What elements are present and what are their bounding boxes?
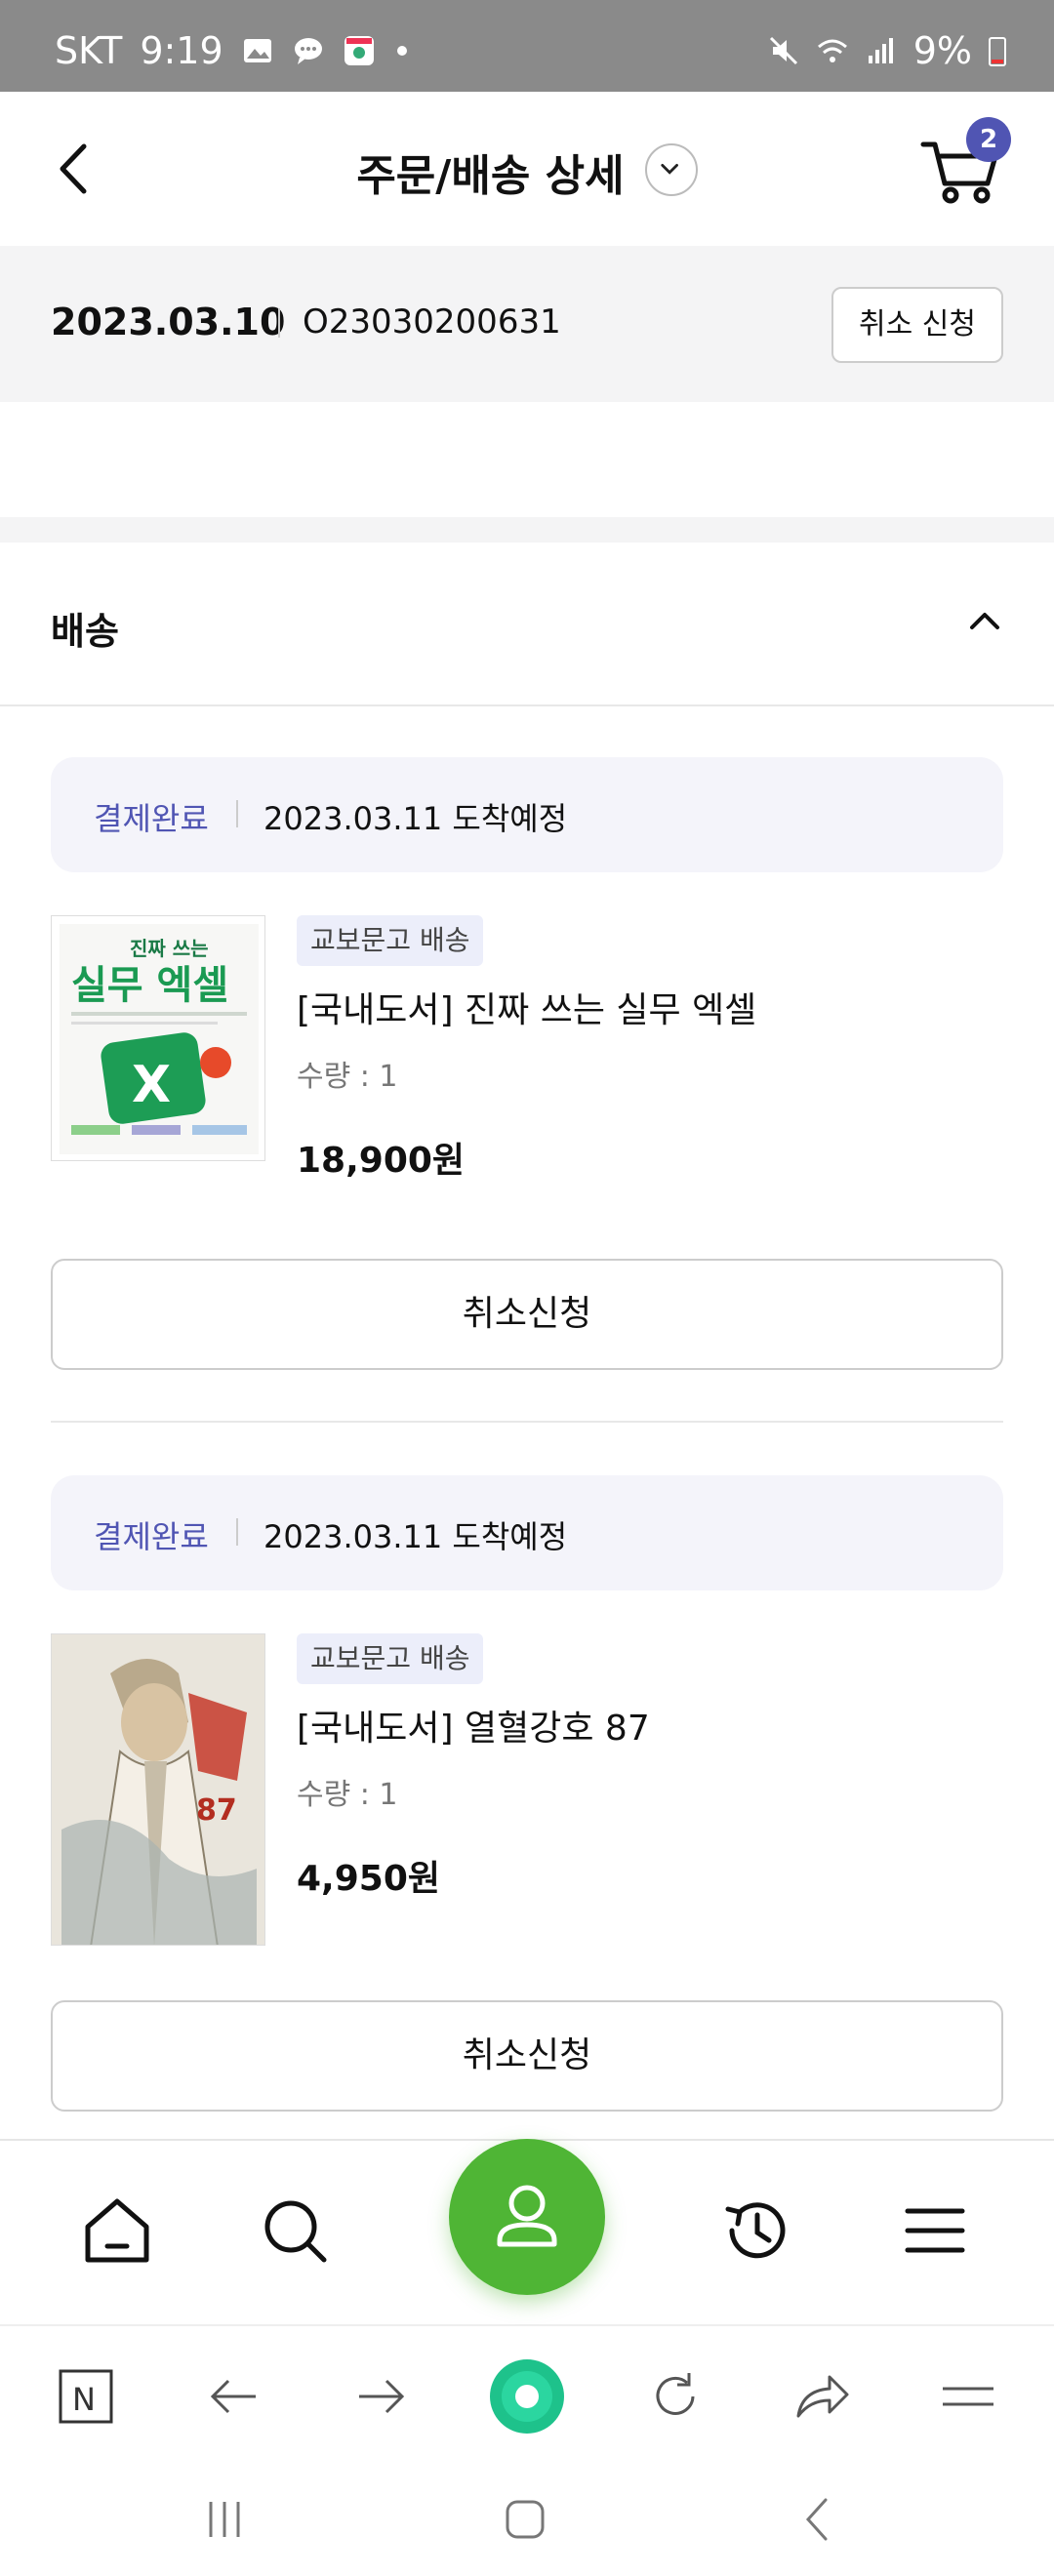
payment-status: 결제완료	[94, 800, 209, 837]
item-quantity: 수량 : 1	[297, 1778, 398, 1812]
menu-icon[interactable]	[896, 2192, 974, 2270]
naver-home-icon[interactable]: N	[55, 2365, 117, 2428]
svg-text:X: X	[132, 1056, 171, 1114]
mute-icon	[769, 36, 797, 65]
cover-volume-text: 87	[196, 1793, 237, 1828]
notification-dot	[396, 46, 407, 56]
arrival-date: 2023.03.11 도착예정	[264, 800, 568, 837]
svg-text:N: N	[72, 2381, 96, 2418]
browser-menu-icon[interactable]	[937, 2365, 999, 2428]
item-cancel-button[interactable]: 취소신청	[51, 1259, 1003, 1370]
battery-icon	[989, 37, 1006, 66]
bottom-navigation	[0, 2139, 1054, 2324]
wifi-icon	[817, 39, 847, 62]
green-dot-icon[interactable]	[488, 2357, 566, 2435]
system-navigation	[0, 2461, 1054, 2576]
cart-count-badge: 2	[966, 117, 1011, 162]
browser-toolbar: N	[0, 2324, 1054, 2461]
chevron-down-icon	[661, 163, 678, 175]
book-cover-image[interactable]: 진짜 쓰는 실무 엑셀 X	[51, 915, 265, 1161]
time-label: 9:19	[140, 29, 223, 72]
item-cancel-button[interactable]: 취소신청	[51, 2000, 1003, 2112]
cover-main-text: 실무 엑셀	[71, 963, 228, 1008]
divider	[236, 1518, 238, 1546]
map-app-icon	[344, 36, 374, 65]
home-icon[interactable]	[78, 2192, 156, 2270]
order-summary-bar: 2023.03.10 O23030200631 취소 신청	[0, 246, 1054, 402]
item-title[interactable]: [국내도서] 진짜 쓰는 실무 엑셀	[297, 982, 756, 1032]
payment-status: 결제완료	[94, 1518, 209, 1555]
comic-book-cover: 87	[52, 1634, 264, 1945]
seller-tag: 교보문고 배송	[297, 915, 484, 966]
status-bar: SKT 9:19 9%	[0, 0, 1054, 92]
user-icon	[497, 2185, 557, 2247]
excel-book-cover: 진짜 쓰는 실무 엑셀 X	[52, 916, 264, 1160]
search-icon[interactable]	[256, 2192, 334, 2270]
order-date: 2023.03.10	[51, 301, 286, 343]
chevron-up-icon[interactable]	[960, 597, 1009, 646]
order-number: O23030200631	[303, 302, 561, 342]
spacer	[0, 402, 1054, 517]
refresh-icon[interactable]	[644, 2365, 707, 2428]
item-price: 4,950원	[297, 1859, 440, 1899]
item-title[interactable]: [국내도서] 열혈강호 87	[297, 1700, 650, 1751]
arrival-date: 2023.03.11 도착예정	[264, 1518, 568, 1555]
battery-label: 9%	[912, 29, 972, 72]
delivery-status-box: 결제완료 2023.03.11 도착예정	[51, 757, 1003, 872]
signal-icon	[868, 38, 893, 63]
item-divider	[51, 1421, 1003, 1423]
my-page-button[interactable]	[449, 2139, 605, 2295]
gallery-icon	[243, 39, 271, 62]
book-cover-image[interactable]: 87	[51, 1633, 265, 1946]
order-cancel-button[interactable]: 취소 신청	[831, 287, 1003, 363]
browser-forward-icon[interactable]	[349, 2365, 412, 2428]
page-title: 주문/배송 상세	[356, 151, 625, 201]
section-title: 배송	[51, 610, 119, 653]
section-divider	[0, 517, 1054, 543]
home-button-icon[interactable]	[496, 2490, 554, 2549]
status-bar-right: 9%	[767, 29, 1007, 72]
cover-top-text: 진짜 쓰는	[130, 937, 209, 960]
title-group[interactable]: 주문/배송 상세	[0, 141, 1054, 203]
history-icon[interactable]	[718, 2192, 796, 2270]
share-icon[interactable]	[790, 2365, 853, 2428]
item-price: 18,900원	[297, 1141, 466, 1181]
browser-back-icon[interactable]	[203, 2365, 265, 2428]
app-header: 주문/배송 상세 2	[0, 92, 1054, 246]
delivery-section-header[interactable]: 배송	[0, 543, 1054, 706]
seller-tag: 교보문고 배송	[297, 1633, 484, 1684]
item-quantity: 수량 : 1	[297, 1060, 398, 1094]
delivery-status-box: 결제완료 2023.03.11 도착예정	[51, 1475, 1003, 1590]
status-bar-left: SKT 9:19	[55, 29, 407, 72]
recent-apps-icon[interactable]	[195, 2490, 254, 2549]
system-back-icon[interactable]	[789, 2490, 847, 2549]
chat-icon	[294, 38, 322, 64]
title-dropdown-button[interactable]	[644, 143, 698, 196]
divider	[236, 800, 238, 827]
carrier-label: SKT	[55, 29, 123, 72]
divider	[278, 308, 280, 338]
